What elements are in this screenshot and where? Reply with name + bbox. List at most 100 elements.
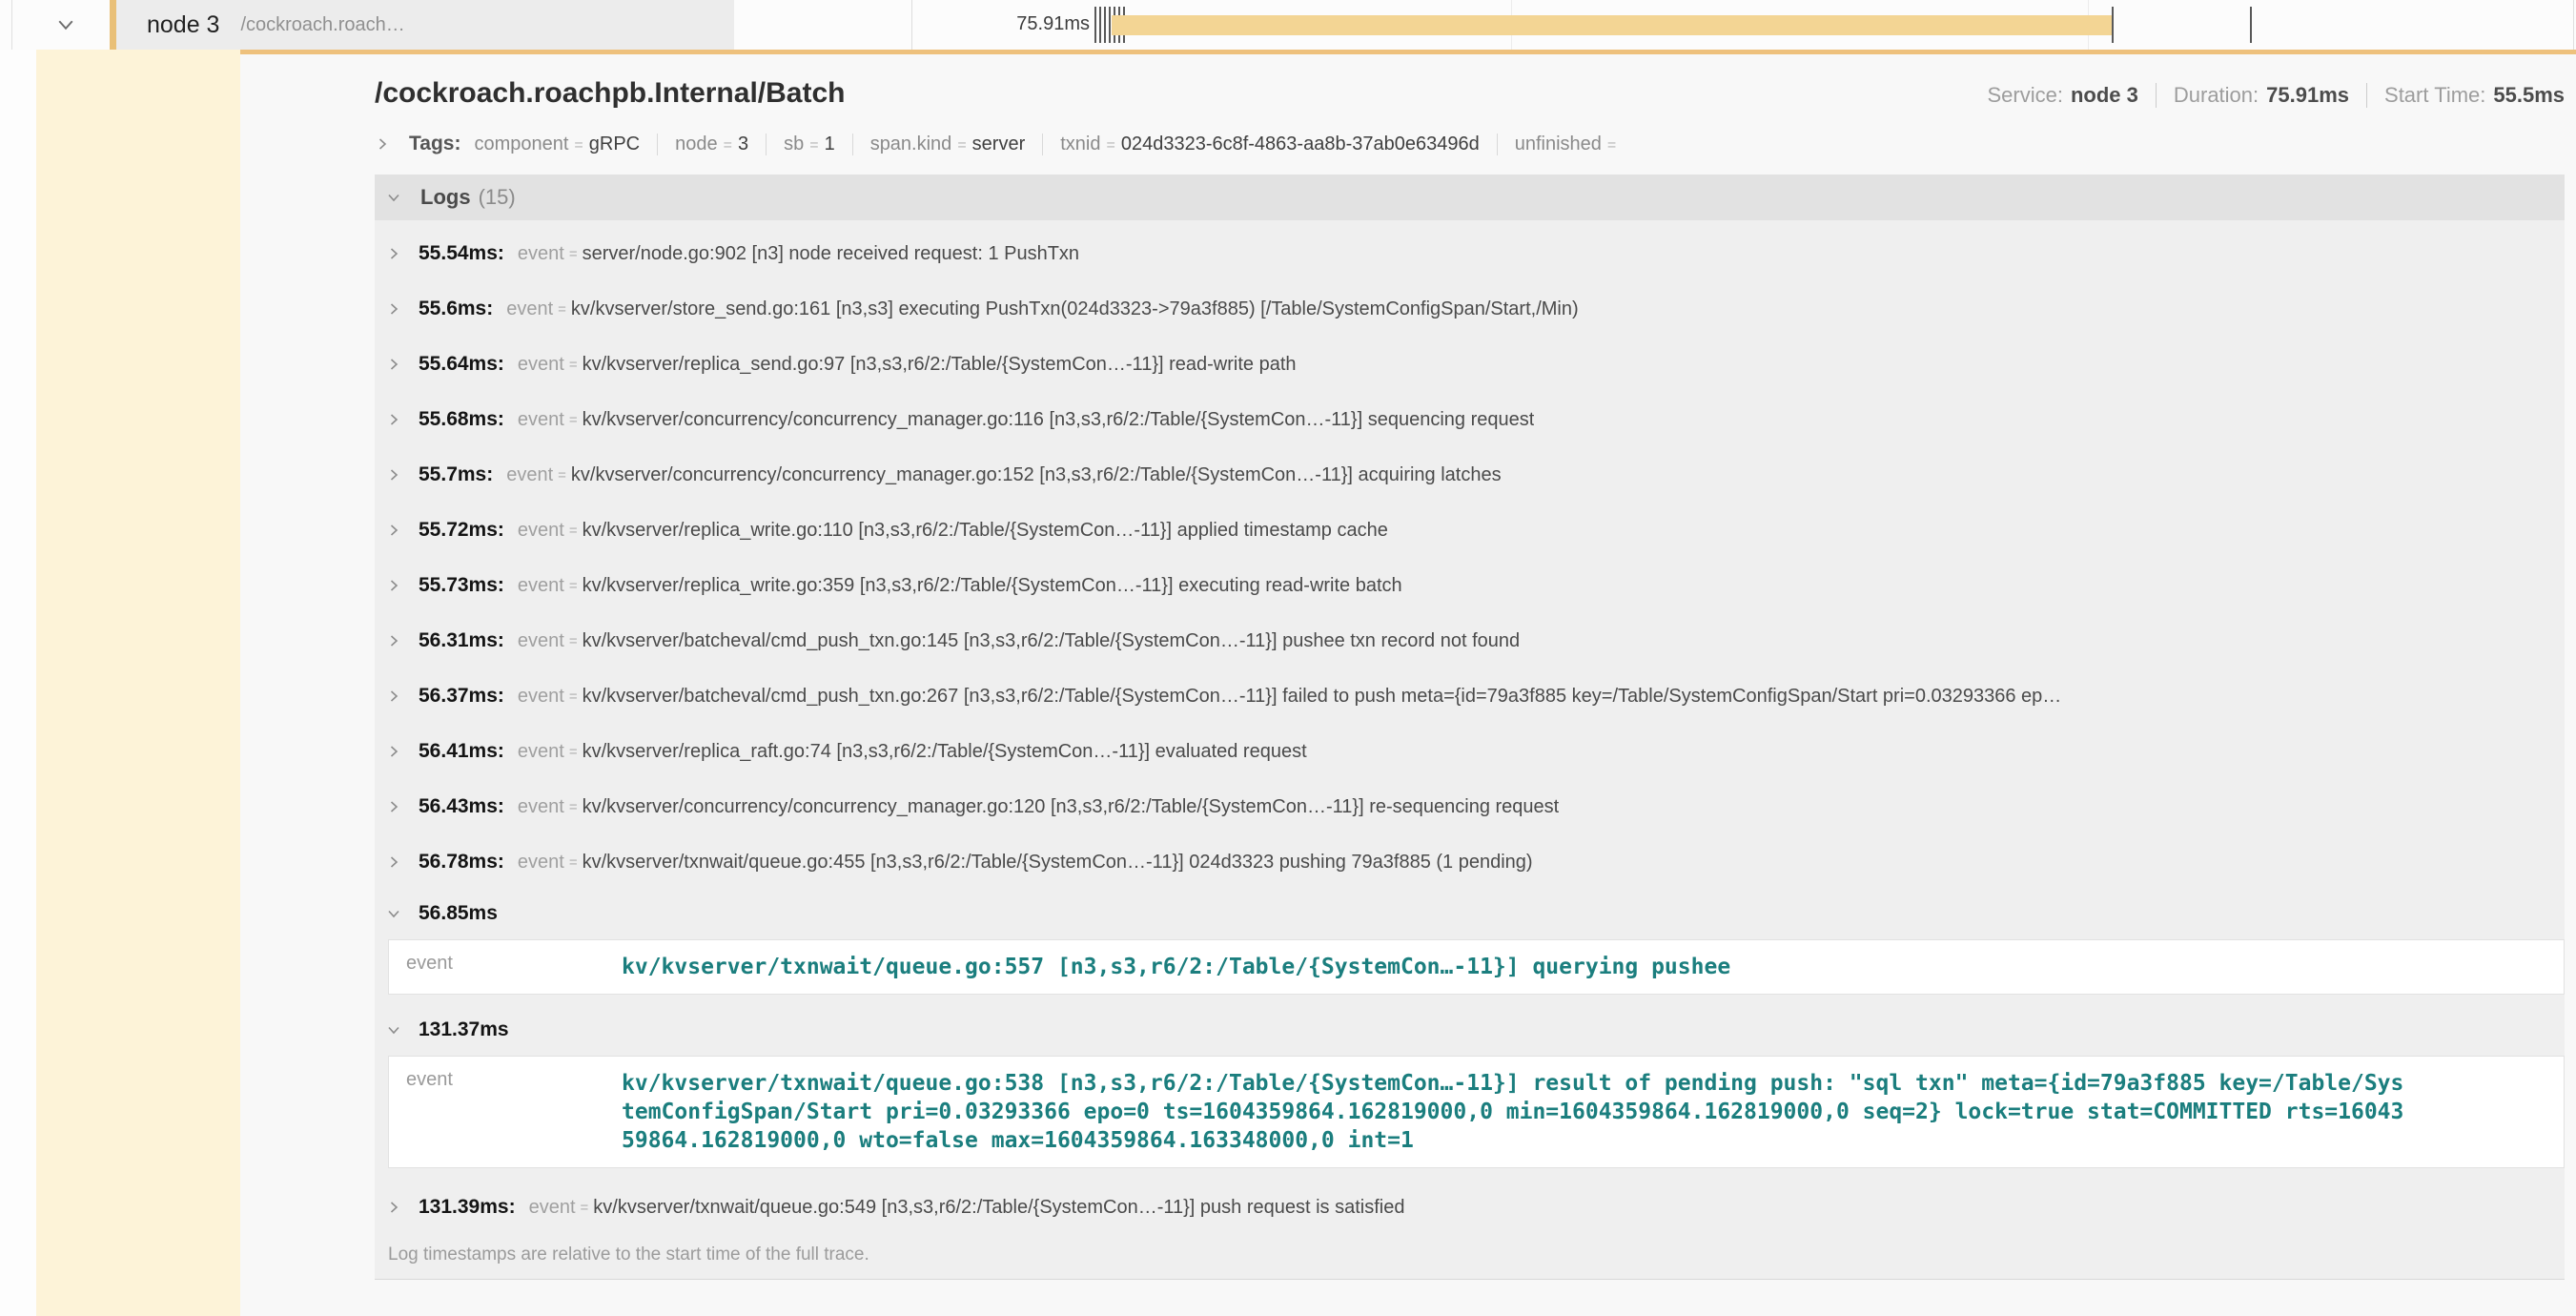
log-marker-tick [1094,7,1096,43]
chevron-down-icon [386,190,409,205]
tag-item: node = 3 [657,134,766,155]
meta-divider [2156,83,2157,108]
log-field-value: kv/kvserver/txnwait/queue.go:455 [n3,s3,… [583,852,1533,874]
detail-header: /cockroach.roachpb.Internal/Batch Servic… [375,77,2565,110]
equals-sign: = [569,744,578,760]
span-indent-band [36,50,240,1316]
chevron-down-icon [386,1022,409,1038]
equals-sign: = [569,357,578,373]
log-entry-row[interactable]: 56.43ms: event = kv/kvserver/concurrency… [375,779,2565,834]
log-marker-tick [1104,7,1106,43]
equals-sign: = [569,799,578,815]
log-field-key: event [506,464,553,486]
span-service-name: node 3 [147,11,219,39]
span-meta: Service: node 3 Duration: 75.91ms Start … [1987,83,2565,108]
log-field-key: event [518,796,564,818]
log-entry-row[interactable]: 55.73ms: event = kv/kvserver/replica_wri… [375,558,2565,613]
log-field-value: kv/kvserver/batcheval/cmd_push_txn.go:26… [583,686,2062,708]
tags-section-toggle[interactable]: Tags: component=gRPCnode=3sb=1span.kind=… [375,133,2565,155]
span-duration-bar[interactable] [1112,15,2113,35]
log-entry-row[interactable]: 55.54ms: event = server/node.go:902 [n3]… [375,226,2565,281]
column-border [11,0,12,50]
duration-label: Duration: [2174,83,2259,108]
equals-sign: = [569,246,578,262]
log-field-value: kv/kvserver/store_send.go:161 [n3,s3] ex… [571,298,1579,320]
tag-key: unfinished [1515,134,1602,155]
log-timestamp: 55.72ms: [419,519,504,542]
tag-item: unfinished= [1497,134,1640,155]
log-entry-row[interactable]: 55.6ms: event = kv/kvserver/store_send.g… [375,281,2565,337]
log-timestamp: 55.6ms: [419,298,493,320]
log-entry-row[interactable]: 55.72ms: event = kv/kvserver/replica_wri… [375,503,2565,558]
log-field-value: kv/kvserver/concurrency/concurrency_mana… [571,464,1502,486]
tags-label: Tags: [409,133,460,155]
log-field-key: event [389,1069,622,1155]
chevron-right-icon [386,467,409,483]
log-field-value: server/node.go:902 [n3] node received re… [583,243,1079,265]
log-field-key: event [518,520,564,542]
chevron-right-icon [386,246,409,261]
page-title: /cockroach.roachpb.Internal/Batch [375,77,845,110]
tag-item: sb=1 [766,134,852,155]
log-field-value: kv/kvserver/txnwait/queue.go:557 [n3,s3,… [622,953,2409,981]
equals-sign: = [558,467,566,483]
log-timestamp: 56.78ms: [419,851,504,874]
tag-item: txnid=024d3323-6c8f-4863-aa8b-37ab0e6349… [1042,134,1496,155]
equals-sign: = [1106,137,1114,154]
service-label: Service: [1987,83,2062,108]
logs-section-toggle[interactable]: Logs (15) [375,175,2565,220]
logs-footer-note: Log timestamps are relative to the start… [375,1235,2565,1280]
tag-key: node [675,134,718,155]
equals-sign: = [569,689,578,705]
log-field-key: event [529,1197,576,1219]
logs-count: (15) [479,185,516,210]
collapse-chevron-down-icon[interactable] [54,13,77,36]
span-name-tab[interactable]: node 3 /cockroach.roach… [110,0,734,50]
log-entry-row[interactable]: 55.68ms: event = kv/kvserver/concurrency… [375,392,2565,447]
log-entry-row[interactable]: 56.31ms: event = kv/kvserver/batcheval/c… [375,613,2565,668]
log-entry-expanded: 131.37ms event kv/kvserver/txnwait/queue… [375,1006,2565,1168]
tag-item: component=gRPC [474,134,657,155]
log-entry-row[interactable]: 55.64ms: event = kv/kvserver/replica_sen… [375,337,2565,392]
log-timestamp: 56.43ms: [419,795,504,818]
equals-sign: = [569,523,578,539]
tag-key: sb [784,134,804,155]
log-field-key: event [389,953,622,981]
chevron-right-icon [386,689,409,704]
chevron-right-icon [375,136,398,152]
log-field-key: event [518,852,564,874]
log-field-value: kv/kvserver/replica_send.go:97 [n3,s3,r6… [583,354,1297,376]
logs-list: 55.54ms: event = server/node.go:902 [n3]… [375,226,2565,1235]
chevron-right-icon [386,412,409,427]
span-duration-label: 75.91ms [899,13,1090,35]
log-entry-row[interactable]: 56.41ms: event = kv/kvserver/replica_raf… [375,724,2565,779]
log-timestamp: 56.41ms: [419,740,504,763]
tag-key: component [474,134,568,155]
tag-value: 3 [738,134,748,155]
log-field-key: event [518,409,564,431]
log-entry-row[interactable]: 55.7ms: event = kv/kvserver/concurrency/… [375,447,2565,503]
log-entry-row[interactable]: 56.85ms [375,890,2565,937]
equals-sign: = [724,137,732,154]
chevron-right-icon [386,1200,409,1215]
log-field-key: event [518,741,564,763]
equals-sign: = [569,578,578,594]
service-value: node 3 [2071,83,2138,108]
log-field-value: kv/kvserver/replica_raft.go:74 [n3,s3,r6… [583,741,1307,763]
log-entry-row[interactable]: 131.39ms: event = kv/kvserver/txnwait/qu… [375,1180,2565,1235]
log-field-key: event [518,630,564,652]
log-timestamp: 55.68ms: [419,408,504,431]
log-field-key: event [518,243,564,265]
log-entry-row[interactable]: 56.78ms: event = kv/kvserver/txnwait/que… [375,834,2565,890]
chevron-down-icon [386,906,409,921]
log-field-key: event [518,354,564,376]
tag-value: gRPC [589,134,640,155]
chevron-right-icon [386,357,409,372]
log-timestamp: 55.73ms: [419,574,504,597]
log-marker-tick [2250,7,2252,43]
log-entry-row[interactable]: 56.37ms: event = kv/kvserver/batcheval/c… [375,668,2565,724]
chevron-right-icon [386,854,409,870]
equals-sign: = [558,301,566,318]
trace-detail-page: node 3 /cockroach.roach… 75.91ms /cockro… [0,0,2576,1316]
log-entry-row[interactable]: 131.37ms [375,1006,2565,1054]
